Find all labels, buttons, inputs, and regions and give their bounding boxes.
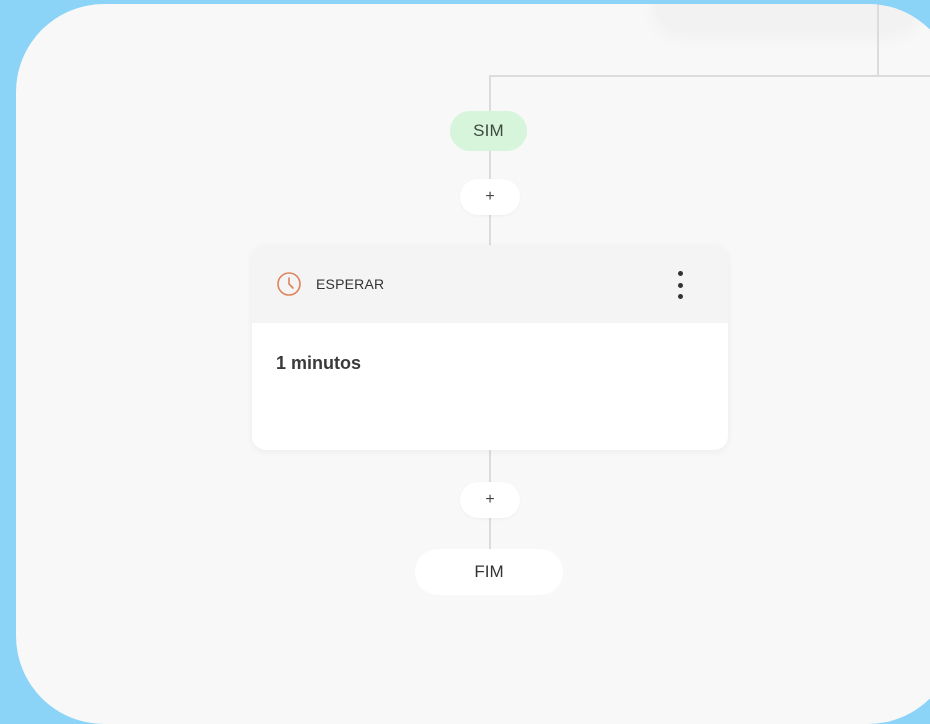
clock-icon: [277, 272, 301, 296]
flow-canvas: SIM + ESPERAR 1 minutos + FIM: [16, 4, 930, 724]
add-step-button-top[interactable]: +: [460, 179, 520, 215]
plus-icon: +: [485, 188, 495, 205]
branch-yes-label: SIM: [450, 111, 527, 151]
wait-step-header: ESPERAR: [252, 245, 728, 323]
connector-horizontal: [489, 75, 930, 77]
end-node: FIM: [415, 549, 563, 595]
wait-step-body: 1 minutos: [252, 323, 728, 404]
wait-duration: 1 minutos: [276, 353, 362, 373]
plus-icon: +: [485, 491, 495, 508]
wait-step-card[interactable]: ESPERAR 1 minutos: [252, 245, 728, 450]
add-step-button-bottom[interactable]: +: [460, 482, 520, 518]
wait-step-title: ESPERAR: [316, 276, 385, 292]
more-options-icon[interactable]: [676, 271, 684, 299]
branch-yes-text: SIM: [473, 121, 504, 140]
end-label: FIM: [474, 562, 504, 581]
connector-vertical-top-right: [877, 4, 879, 76]
